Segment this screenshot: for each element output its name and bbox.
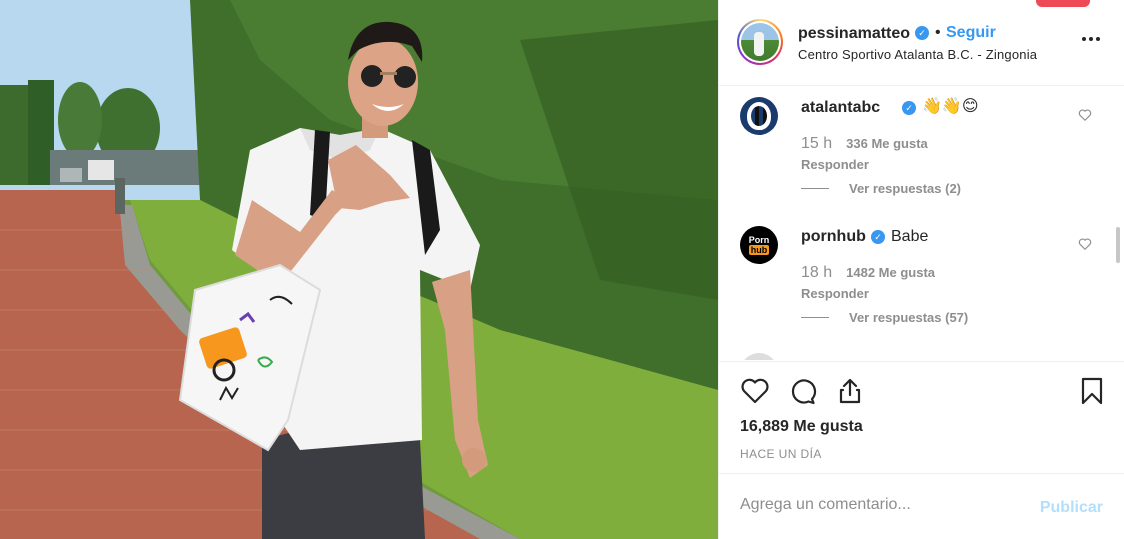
view-replies-label: Ver respuestas (57) xyxy=(849,310,969,325)
comment-like-heart-icon[interactable] xyxy=(1078,108,1092,122)
comment-text: Babe xyxy=(891,228,929,245)
bookmark-icon[interactable] xyxy=(1076,375,1108,407)
comment-likes[interactable]: 336 Me gusta xyxy=(846,136,928,151)
next-commenter-avatar[interactable] xyxy=(740,353,778,360)
commenter-avatar[interactable] xyxy=(740,97,778,135)
separator-dot: • xyxy=(935,24,941,41)
post-photo[interactable] xyxy=(0,0,718,539)
more-options-icon[interactable] xyxy=(1082,34,1102,44)
smiling-face-icon: 😊 xyxy=(961,98,979,115)
post-date: HACE UN DÍA xyxy=(740,447,822,461)
waving-hand-icon: 👋 xyxy=(941,98,962,115)
comment-emoji: 👋👋😊 xyxy=(922,96,979,116)
verified-badge-icon: ✓ xyxy=(871,230,885,244)
comment-time: 18 h xyxy=(801,264,833,281)
comments-scrollbar[interactable] xyxy=(1116,227,1120,263)
publish-button[interactable]: Publicar xyxy=(1040,499,1103,517)
author-username[interactable]: pessinamatteo xyxy=(798,25,910,43)
comment-box: Publicar xyxy=(719,473,1124,539)
commenter-avatar[interactable]: Porn hub xyxy=(740,226,778,264)
post-header: pessinamatteo ✓ • Seguir Centro Sportivo… xyxy=(719,0,1124,86)
comment-meta: 15 h 336 Me gusta xyxy=(801,135,928,153)
comment-input[interactable] xyxy=(740,496,1030,514)
verified-badge-icon: ✓ xyxy=(915,26,929,40)
view-replies-label: Ver respuestas (2) xyxy=(849,181,962,196)
post-side-panel: pessinamatteo ✓ • Seguir Centro Sportivo… xyxy=(718,0,1124,539)
comment-meta: 18 h 1482 Me gusta xyxy=(801,264,935,282)
reply-button[interactable]: Responder xyxy=(801,286,869,301)
comments-list[interactable]: atalantabc ✓ 👋👋😊 15 h 336 Me gusta Respon… xyxy=(719,87,1124,360)
likes-count[interactable]: 16,889 Me gusta xyxy=(740,418,863,436)
share-icon[interactable] xyxy=(834,375,866,407)
post-actions: 16,889 Me gusta HACE UN DÍA xyxy=(719,361,1124,473)
post-image xyxy=(0,0,718,539)
comment-likes[interactable]: 1482 Me gusta xyxy=(846,265,935,280)
reply-button[interactable]: Responder xyxy=(801,157,869,172)
commenter-username[interactable]: atalantabc xyxy=(801,99,880,117)
waving-hand-icon: 👋 xyxy=(922,98,942,115)
heart-icon[interactable] xyxy=(739,375,771,407)
avatar-logo-text: hub xyxy=(748,245,770,255)
view-replies-button[interactable]: Ver respuestas (2) xyxy=(801,181,961,196)
speech-bubble-icon[interactable] xyxy=(786,375,818,407)
author-avatar[interactable] xyxy=(737,19,783,65)
commenter-username[interactable]: pornhub xyxy=(801,228,866,246)
verified-badge-icon: ✓ xyxy=(902,101,916,115)
view-replies-button[interactable]: Ver respuestas (57) xyxy=(801,310,968,325)
post-location[interactable]: Centro Sportivo Atalanta B.C. - Zingonia xyxy=(798,47,1037,62)
avatar-logo-text: Porn xyxy=(748,235,770,245)
comment-like-heart-icon[interactable] xyxy=(1078,237,1092,251)
follow-button[interactable]: Seguir xyxy=(946,24,996,42)
comment-time: 15 h xyxy=(801,135,833,152)
